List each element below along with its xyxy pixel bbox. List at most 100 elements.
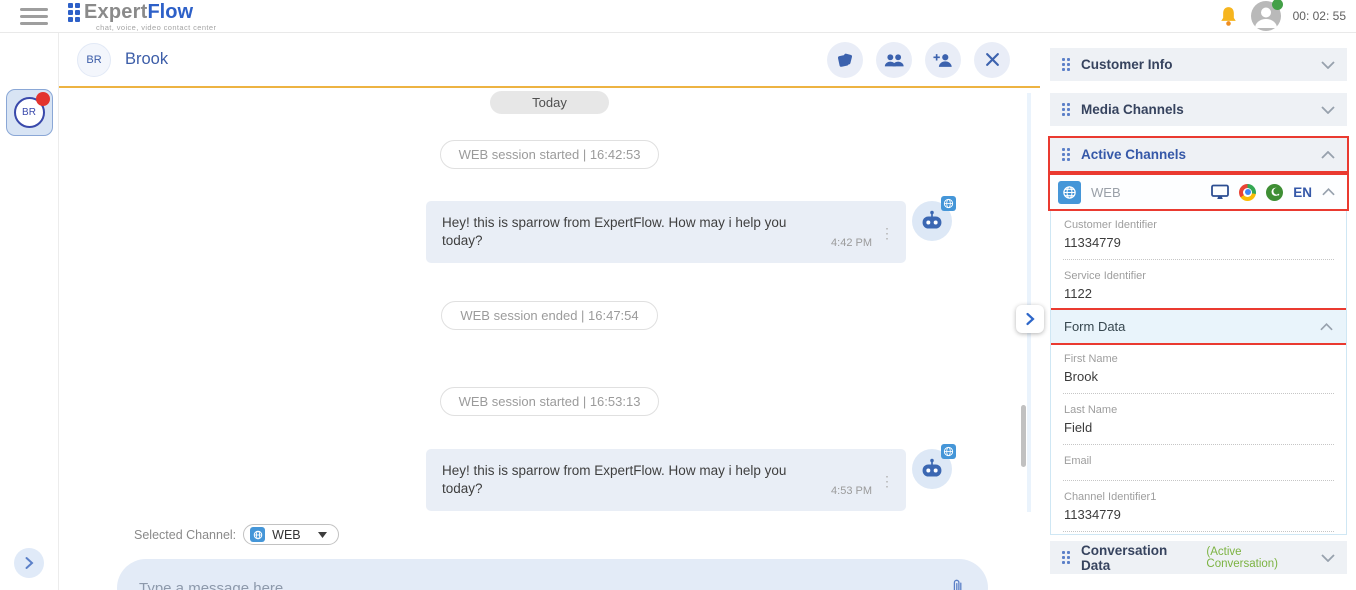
chevron-up-icon (1322, 188, 1335, 196)
add-participant-icon (933, 52, 953, 68)
logo-text: ExpertFlow (84, 1, 193, 24)
date-divider: Today (490, 91, 609, 114)
section-customer-info[interactable]: Customer Info (1050, 48, 1347, 81)
chevron-right-icon (1025, 312, 1035, 326)
message-row: Hey! this is sparrow from ExpertFlow. Ho… (59, 201, 1040, 263)
rail-chat-card[interactable]: BR (6, 89, 53, 136)
more-vertical-icon[interactable]: ⋮ (880, 228, 894, 238)
session-event: WEB session started | 16:42:53 (440, 140, 660, 169)
user-avatar-icon (1251, 18, 1281, 35)
status-dot (1272, 0, 1283, 10)
field-label: Last Name (1064, 404, 1333, 416)
robot-icon (919, 458, 945, 481)
field-label: First Name (1064, 353, 1333, 365)
section-media-channels[interactable]: Media Channels (1050, 93, 1347, 126)
section-title: Active Channels (1081, 147, 1186, 162)
user-avatar[interactable] (1251, 1, 1281, 31)
field-value: Brook (1064, 369, 1333, 384)
dropdown-caret-icon (318, 532, 327, 538)
section-title: Conversation Data (1081, 543, 1193, 573)
rail-expand-button[interactable] (14, 548, 44, 578)
web-channel-badge (941, 196, 956, 211)
web-globe-icon (943, 198, 954, 209)
attach-button[interactable] (950, 577, 966, 590)
chevron-down-icon (1321, 554, 1335, 562)
section-conversation-data[interactable]: Conversation Data (Active Conversation) (1050, 541, 1347, 574)
chat-scrollbar-track (1027, 93, 1031, 512)
bot-avatar (912, 201, 952, 241)
field-value: 1122 (1064, 286, 1333, 301)
drag-handle-icon[interactable] (1062, 551, 1070, 564)
monitor-icon (1211, 184, 1229, 200)
channel-details-panel: Customer Identifier 11334779 Service Ide… (1050, 209, 1347, 535)
divider (1063, 531, 1334, 532)
message-bubble: Hey! this is sparrow from ExpertFlow. Ho… (426, 449, 906, 511)
chevron-down-icon (1321, 61, 1335, 69)
country-flag-icon (1266, 184, 1283, 201)
section-title: Customer Info (1081, 57, 1173, 72)
session-event: WEB session started | 16:53:13 (440, 387, 660, 416)
hamburger-menu-icon[interactable] (20, 4, 48, 29)
drag-handle-icon[interactable] (1062, 103, 1070, 116)
field-row: Customer Identifier 11334779 (1051, 209, 1346, 259)
message-composer (117, 559, 988, 590)
close-chat-button[interactable] (974, 42, 1010, 78)
message-time: 4:42 PM (831, 237, 872, 249)
form-data-title: Form Data (1064, 319, 1125, 334)
chat-scrollbar[interactable] (1021, 405, 1026, 467)
bell-icon[interactable] (1218, 5, 1239, 28)
section-title: Media Channels (1081, 102, 1184, 117)
message-input[interactable] (139, 580, 950, 590)
more-vertical-icon[interactable]: ⋮ (880, 476, 894, 486)
field-label: Customer Identifier (1064, 219, 1333, 231)
sidebar-expand-button[interactable] (1016, 305, 1044, 333)
unread-badge (36, 92, 50, 106)
logo-tagline: chat, voice, video contact center (96, 23, 216, 32)
participants-button[interactable] (876, 42, 912, 78)
field-label: Channel Identifier1 (1064, 491, 1333, 503)
field-value: 11334779 (1064, 507, 1333, 522)
chevron-down-icon (1321, 106, 1335, 114)
notes-icon (836, 51, 854, 69)
drag-handle-icon[interactable] (1062, 148, 1070, 161)
field-label: Email (1064, 455, 1333, 467)
paperclip-icon (950, 577, 966, 590)
channel-name: WEB (1091, 185, 1121, 200)
channel-selector-label: Selected Channel: (134, 528, 236, 542)
session-timer: 00: 02: 55 (1293, 9, 1346, 23)
section-active-channels[interactable]: Active Channels (1050, 138, 1347, 171)
notes-button[interactable] (827, 42, 863, 78)
field-value: Field (1064, 420, 1333, 435)
chat-area: BR Brook Today WEB session started | 16:… (59, 33, 1040, 590)
topbar: ExpertFlow chat, voice, video contact ce… (0, 0, 1356, 33)
logo: ExpertFlow chat, voice, video contact ce… (68, 1, 216, 32)
right-sidebar: Customer Info Media Channels Active Chan… (1040, 33, 1356, 590)
left-rail: BR (0, 33, 59, 590)
session-event: WEB session ended | 16:47:54 (441, 301, 657, 330)
message-text: Hey! this is sparrow from ExpertFlow. Ho… (442, 462, 821, 498)
field-row: First Name Brook (1051, 343, 1346, 393)
drag-handle-icon[interactable] (1062, 58, 1070, 71)
chat-avatar: BR (77, 43, 111, 77)
web-channel-icon (250, 527, 265, 542)
web-channel-badge (941, 444, 956, 459)
message-bubble: Hey! this is sparrow from ExpertFlow. Ho… (426, 201, 906, 263)
participants-icon (883, 52, 905, 68)
field-row: Channel Identifier1 11334779 (1051, 481, 1346, 531)
message-text: Hey! this is sparrow from ExpertFlow. Ho… (442, 214, 821, 250)
selected-channel-value: WEB (272, 528, 300, 542)
section-subtitle: (Active Conversation) (1206, 546, 1310, 570)
close-icon (985, 52, 1000, 67)
active-channel-web[interactable]: WEB EN (1050, 175, 1347, 209)
web-channel-icon (1058, 181, 1081, 204)
add-participant-button[interactable] (925, 42, 961, 78)
chevron-up-icon (1320, 323, 1333, 331)
field-row: Service Identifier 1122 (1051, 260, 1346, 310)
chat-title: Brook (125, 50, 168, 69)
field-row: Last Name Field (1051, 394, 1346, 444)
chat-header: BR Brook (59, 33, 1040, 88)
channel-selector[interactable]: WEB (243, 524, 338, 545)
form-data-header[interactable]: Form Data (1051, 310, 1346, 343)
message-time: 4:53 PM (831, 485, 872, 497)
bot-avatar (912, 449, 952, 489)
